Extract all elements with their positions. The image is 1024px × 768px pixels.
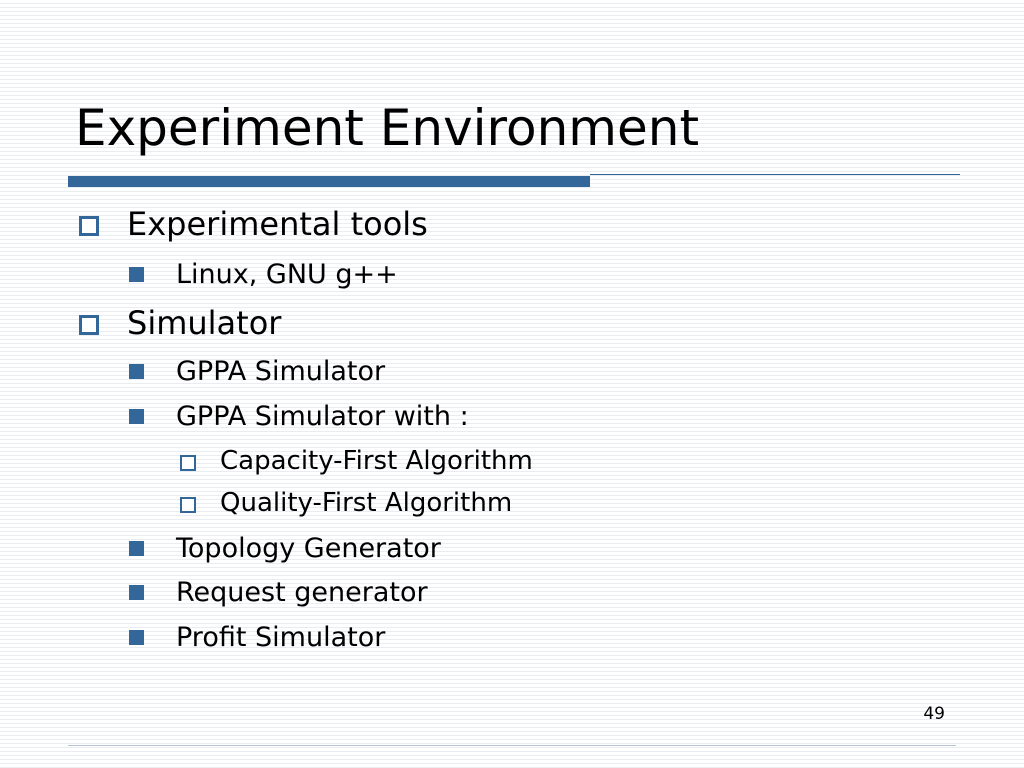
sub-sub-bullet-quality-first: Quality-First Algorithm (180, 488, 513, 518)
bullet-label: GPPA Simulator (176, 356, 386, 387)
bullet-experimental-tools: Experimental tools (79, 205, 428, 243)
slide-title: Experiment Environment (75, 99, 700, 157)
bullet-label: Experimental tools (127, 205, 428, 243)
filled-square-bullet-icon (129, 585, 144, 600)
sub-sub-bullet-capacity-first: Capacity-First Algorithm (180, 446, 533, 476)
bullet-label: Request generator (176, 577, 428, 608)
filled-square-bullet-icon (129, 630, 144, 645)
sub-bullet-profit-simulator: Profit Simulator (129, 622, 386, 653)
hollow-square-bullet-icon (180, 497, 196, 513)
sub-bullet-topology-generator: Topology Generator (129, 533, 441, 564)
sub-bullet-gppa-simulator-with: GPPA Simulator with : (129, 401, 469, 432)
title-underline-thin (590, 174, 960, 175)
filled-square-bullet-icon (129, 267, 144, 282)
sub-bullet-gppa-simulator: GPPA Simulator (129, 356, 386, 387)
bullet-label: Capacity-First Algorithm (220, 446, 533, 476)
filled-square-bullet-icon (129, 364, 144, 379)
slide: { "slide": { "title": "Experiment Enviro… (0, 0, 1024, 768)
sub-bullet-request-generator: Request generator (129, 577, 428, 608)
filled-square-bullet-icon (129, 409, 144, 424)
hollow-square-bullet-icon (180, 455, 196, 471)
bullet-label: Topology Generator (176, 533, 441, 564)
bullet-label: GPPA Simulator with : (176, 401, 469, 432)
bullet-label: Simulator (127, 304, 282, 342)
page-number: 49 (923, 704, 945, 724)
hollow-square-bullet-icon (79, 315, 99, 335)
bullet-label: Quality-First Algorithm (220, 488, 513, 518)
title-underline-thick (68, 176, 590, 187)
hollow-square-bullet-icon (79, 216, 99, 236)
bullet-label: Profit Simulator (176, 622, 386, 653)
footer-divider (68, 745, 956, 746)
filled-square-bullet-icon (129, 541, 144, 556)
bullet-label: Linux, GNU g++ (176, 259, 398, 290)
bullet-simulator: Simulator (79, 304, 282, 342)
sub-bullet-linux-gnu: Linux, GNU g++ (129, 259, 398, 290)
